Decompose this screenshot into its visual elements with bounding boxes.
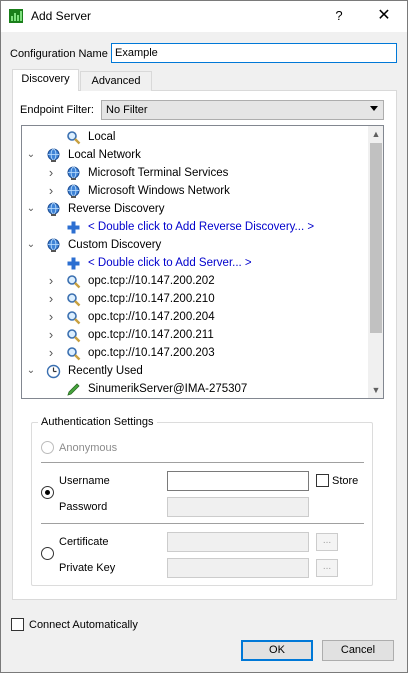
chevron-right-icon[interactable]: ›: [46, 310, 56, 324]
app-icon: [9, 9, 23, 23]
tree-item[interactable]: › opc.tcp://10.147.200.202: [22, 273, 366, 291]
tree-item[interactable]: Local: [22, 129, 366, 147]
chevron-down-icon[interactable]: ⌄: [26, 148, 36, 162]
connect-automatically-checkbox[interactable]: [11, 618, 24, 631]
tree-item[interactable]: < Double click to Add Reverse Discovery.…: [22, 219, 366, 237]
store-label: Store: [332, 475, 359, 487]
network-globe-icon: [46, 202, 61, 217]
username-label: Username: [59, 475, 110, 487]
certificate-browse-button[interactable]: ...: [316, 533, 338, 551]
chevron-down-icon[interactable]: ⌄: [26, 202, 36, 216]
certificate-radio[interactable]: [41, 547, 54, 560]
certificate-input[interactable]: [167, 532, 309, 552]
magnifier-icon: [66, 274, 81, 289]
tree-item-label: Local Network: [68, 149, 141, 161]
tree-item-label: Recently Used: [68, 365, 143, 377]
magnifier-icon: [66, 328, 81, 343]
tree-item-label: opc.tcp://10.147.200.211: [88, 329, 214, 341]
store-checkbox[interactable]: [316, 474, 329, 487]
private-key-browse-button[interactable]: ...: [316, 559, 338, 577]
config-name-label: Configuration Name: [10, 48, 108, 60]
tree-item-label: < Double click to Add Server... >: [88, 257, 252, 269]
tree-item-label: < Double click to Add Reverse Discovery.…: [88, 221, 315, 233]
chevron-right-icon[interactable]: ›: [46, 328, 56, 342]
endpoint-filter-select[interactable]: No Filter: [101, 100, 384, 120]
config-name-input[interactable]: [111, 43, 397, 63]
tree-item[interactable]: ⌄ Reverse Discovery: [22, 201, 366, 219]
username-input[interactable]: [167, 471, 309, 491]
chevron-down-icon[interactable]: ⌄: [26, 364, 36, 378]
divider: [41, 462, 364, 463]
tree-item-label: opc.tcp://10.147.200.202: [88, 275, 215, 287]
tree-item-label: Microsoft Windows Network: [88, 185, 230, 197]
chevron-down-icon: [370, 106, 378, 111]
tree-item-label: opc.tcp://10.147.200.204: [88, 311, 215, 323]
tree-item[interactable]: < Double click to Add Server... >: [22, 255, 366, 273]
magnifier-icon: [66, 130, 81, 145]
tree-item-label: Local: [88, 131, 116, 143]
plus-icon: [66, 256, 81, 271]
tree-item[interactable]: › opc.tcp://10.147.200.203: [22, 345, 366, 363]
tree-item[interactable]: › opc.tcp://10.147.200.210: [22, 291, 366, 309]
tree-item[interactable]: › Microsoft Terminal Services: [22, 165, 366, 183]
scroll-down-icon[interactable]: ▼: [368, 382, 383, 398]
endpoint-filter-value: No Filter: [106, 104, 148, 116]
divider: [41, 523, 364, 524]
tab-discovery[interactable]: Discovery: [12, 69, 79, 91]
authentication-title: Authentication Settings: [38, 416, 157, 428]
chevron-right-icon[interactable]: ›: [46, 292, 56, 306]
chevron-right-icon[interactable]: ›: [46, 184, 56, 198]
magnifier-icon: [66, 346, 81, 361]
clock-icon: [46, 364, 61, 379]
window-title: Add Server: [31, 9, 92, 23]
title-bar: Add Server ? ✕: [1, 1, 407, 32]
cancel-button[interactable]: Cancel: [322, 640, 394, 661]
connect-automatically-label: Connect Automatically: [29, 619, 138, 631]
server-tree[interactable]: SinumerikServer@IMA-275307 ⌄ Recently Used…: [21, 125, 384, 399]
tree-item-label: Custom Discovery: [68, 239, 162, 251]
tab-advanced[interactable]: Advanced: [80, 71, 152, 91]
tree-item[interactable]: SinumerikServer@IMA-275307: [22, 381, 366, 398]
scroll-thumb[interactable]: [370, 143, 382, 333]
tree-item[interactable]: › opc.tcp://10.147.200.204: [22, 309, 366, 327]
magnifier-icon: [66, 292, 81, 307]
chevron-down-icon[interactable]: ⌄: [26, 238, 36, 252]
add-server-dialog: Add Server ? ✕ Configuration Name Advanc…: [0, 0, 408, 673]
magnifier-icon: [66, 310, 81, 325]
anonymous-radio[interactable]: [41, 441, 54, 454]
plus-icon: [66, 220, 81, 235]
ok-button[interactable]: OK: [241, 640, 313, 661]
tree-item[interactable]: › opc.tcp://10.147.200.211: [22, 327, 366, 345]
tree-item[interactable]: › Microsoft Windows Network: [22, 183, 366, 201]
chevron-right-icon[interactable]: ›: [46, 274, 56, 288]
private-key-input[interactable]: [167, 558, 309, 578]
chevron-right-icon[interactable]: ›: [46, 166, 56, 180]
password-label: Password: [59, 501, 108, 513]
tree-item[interactable]: ⌄ Local Network: [22, 147, 366, 165]
network-globe-icon: [66, 184, 81, 199]
tree-item-label: SinumerikServer@IMA-275307: [88, 383, 248, 395]
tree-item-label: Reverse Discovery: [68, 203, 165, 215]
tree-item-label: Microsoft Terminal Services: [88, 167, 229, 179]
certificate-label: Certificate: [59, 536, 109, 548]
tree-scrollbar[interactable]: ▲ ▼: [368, 126, 383, 398]
network-globe-icon: [66, 166, 81, 181]
network-globe-icon: [46, 238, 61, 253]
chevron-right-icon[interactable]: ›: [46, 346, 56, 360]
close-button[interactable]: ✕: [365, 2, 403, 30]
private-key-label: Private Key: [59, 562, 116, 574]
tree-item[interactable]: ⌄ Custom Discovery: [22, 237, 366, 255]
password-input[interactable]: [167, 497, 309, 517]
tree-item-label: opc.tcp://10.147.200.203: [88, 347, 215, 359]
tree-item[interactable]: ⌄ Recently Used: [22, 363, 366, 381]
anonymous-label: Anonymous: [59, 442, 118, 454]
scroll-up-icon[interactable]: ▲: [368, 126, 383, 142]
username-radio[interactable]: [41, 486, 54, 499]
pencil-icon: [66, 382, 81, 397]
tree-item-label: opc.tcp://10.147.200.210: [88, 293, 215, 305]
network-globe-icon: [46, 148, 61, 163]
endpoint-filter-label: Endpoint Filter:: [20, 104, 94, 116]
help-button[interactable]: ?: [325, 2, 353, 30]
